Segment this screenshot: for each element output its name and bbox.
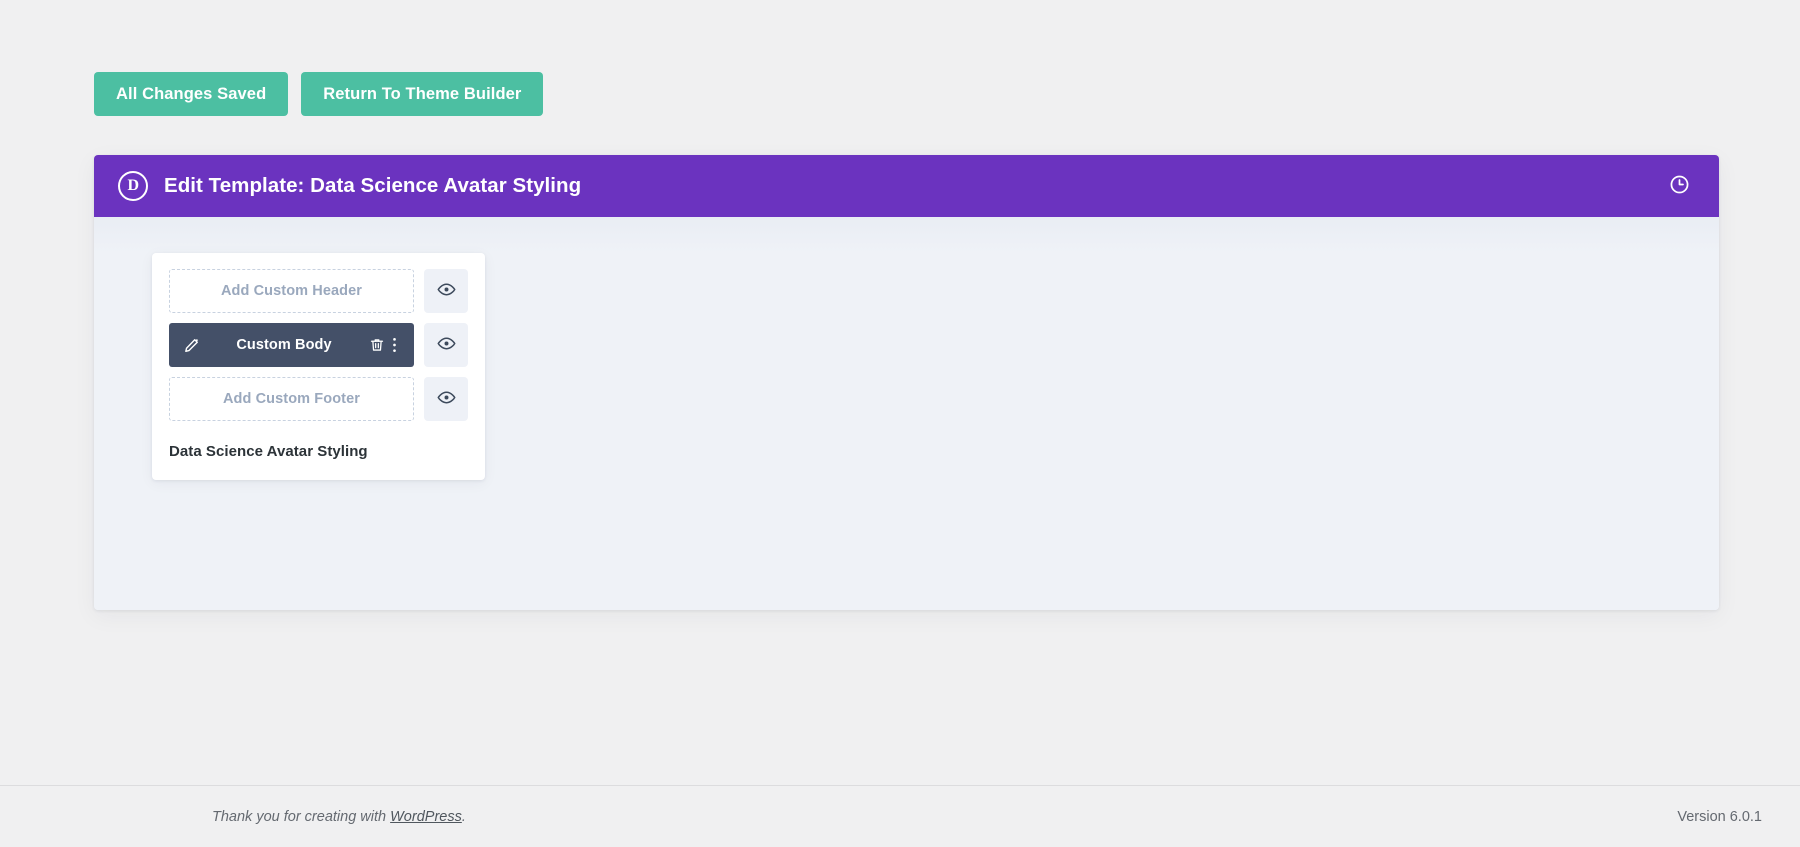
template-name-label: Data Science Avatar Styling (169, 443, 368, 460)
ellipsis-vertical-icon[interactable] (387, 335, 401, 355)
admin-footer: Thank you for creating with WordPress. V… (0, 785, 1800, 847)
template-row-body: Custom Body (169, 323, 468, 367)
top-action-bar: All Changes Saved Return To Theme Builde… (94, 72, 544, 116)
pencil-icon[interactable] (181, 335, 201, 355)
custom-body-label: Custom Body (236, 337, 332, 353)
clock-icon (1669, 174, 1690, 198)
add-custom-header-slot[interactable]: Add Custom Header (169, 269, 414, 313)
toggle-body-visibility-button[interactable] (424, 323, 468, 367)
page-title: Edit Template: Data Science Avatar Styli… (164, 174, 582, 197)
toggle-footer-visibility-button[interactable] (424, 377, 468, 421)
template-row-header: Add Custom Header (169, 269, 468, 313)
eye-icon (437, 280, 456, 302)
add-custom-footer-slot[interactable]: Add Custom Footer (169, 377, 414, 421)
eye-icon (437, 388, 456, 410)
footer-credit-suffix: . (461, 808, 466, 825)
footer-credit-prefix: Thank you for creating with (212, 808, 391, 825)
toggle-header-visibility-button[interactable] (424, 269, 468, 313)
trash-icon[interactable] (367, 335, 387, 355)
footer-credit: Thank you for creating with WordPress. (212, 809, 466, 825)
eye-icon (437, 334, 456, 356)
history-button[interactable] (1665, 172, 1693, 200)
version-label: Version 6.0.1 (1677, 808, 1762, 825)
template-row-footer: Add Custom Footer (169, 377, 468, 421)
return-to-theme-builder-button[interactable]: Return To Theme Builder (301, 72, 544, 116)
wordpress-link[interactable]: WordPress (390, 809, 462, 825)
edit-template-panel: D Edit Template: Data Science Avatar Sty… (94, 155, 1719, 610)
panel-body: Add Custom Header Custom Body Add Custom… (94, 217, 1719, 610)
all-changes-saved-button[interactable]: All Changes Saved (94, 72, 289, 116)
custom-body-slot[interactable]: Custom Body (169, 323, 414, 367)
template-card: Add Custom Header Custom Body Add Custom… (152, 253, 485, 480)
panel-header: D Edit Template: Data Science Avatar Sty… (94, 155, 1719, 217)
divi-logo-icon: D (118, 171, 148, 201)
